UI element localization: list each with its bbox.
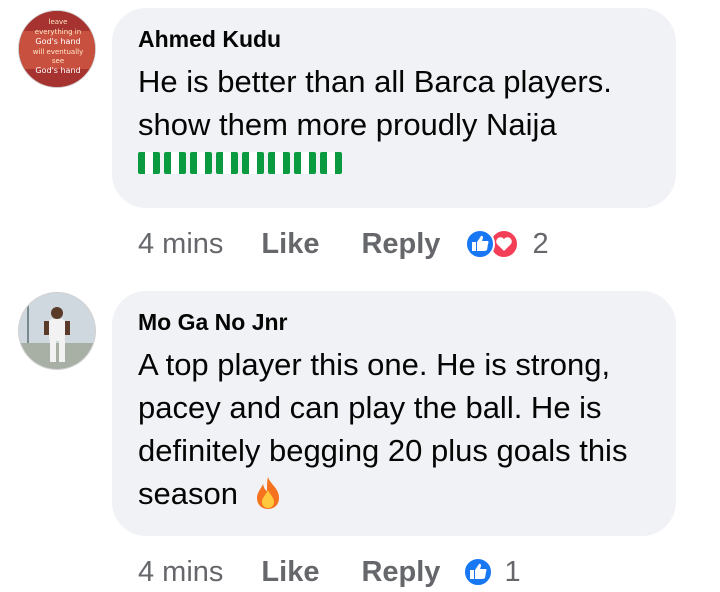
- avatar-caption-3: God's hand: [35, 37, 80, 46]
- comment-timestamp[interactable]: 4 mins: [138, 556, 223, 589]
- fire-icon: [256, 477, 279, 509]
- like-button[interactable]: Like: [261, 556, 319, 589]
- comment-text-line: definitely begging 20 plus goals this: [138, 433, 628, 468]
- comment-author[interactable]: Ahmed Kudu: [138, 24, 650, 54]
- reply-button[interactable]: Reply: [361, 228, 440, 261]
- nigeria-flag-icon: [164, 152, 186, 174]
- comment-text-word: season: [138, 476, 238, 511]
- avatar[interactable]: [18, 292, 96, 370]
- comment-actions: 4 mins Like Reply 1: [138, 552, 521, 592]
- reaction-count: 2: [532, 227, 549, 260]
- avatar-caption-2: everything in: [35, 28, 81, 36]
- avatar[interactable]: leave everything in God's hand will even…: [18, 10, 96, 88]
- comment-text-line: show them more proudly Naija: [138, 107, 557, 142]
- comment-actions: 4 mins Like Reply 2: [138, 224, 549, 264]
- nigeria-flag-icon: [320, 152, 342, 174]
- comment-text-line-last: season: [138, 472, 650, 515]
- reply-button[interactable]: Reply: [361, 556, 440, 589]
- comment-bubble: Ahmed Kudu He is better than all Barca p…: [112, 8, 676, 208]
- comment-author[interactable]: Mo Ga No Jnr: [138, 307, 650, 337]
- avatar-image: leave everything in God's hand will even…: [19, 11, 95, 87]
- reactions-summary[interactable]: 2: [462, 227, 549, 261]
- comment-text-line: A top player this one. He is strong,: [138, 347, 611, 382]
- comment-timestamp[interactable]: 4 mins: [138, 228, 223, 261]
- comment-bubble: Mo Ga No Jnr A top player this one. He i…: [112, 291, 676, 536]
- nigeria-flag-icon: [242, 152, 264, 174]
- avatar-caption-4: will eventually: [33, 48, 83, 56]
- nigeria-flag-icon: [138, 152, 160, 174]
- comment-text-line: pacey and can play the ball. He is: [138, 390, 602, 425]
- nigeria-flag-icon: [268, 152, 290, 174]
- like-icon: [463, 557, 494, 587]
- like-button[interactable]: Like: [261, 228, 319, 261]
- avatar-caption-6: God's hand: [35, 66, 80, 75]
- reaction-count: 1: [504, 555, 521, 588]
- comment-text-line: He is better than all Barca players.: [138, 64, 612, 99]
- avatar-image: [19, 293, 95, 369]
- nigeria-flag-emoji-row: [138, 152, 342, 174]
- reaction-icons: [465, 229, 520, 259]
- reactions-summary[interactable]: 1: [462, 555, 521, 589]
- nigeria-flag-icon: [294, 152, 316, 174]
- avatar-caption-1: leave: [49, 18, 68, 26]
- like-icon: [465, 229, 496, 259]
- nigeria-flag-icon: [216, 152, 238, 174]
- nigeria-flag-icon: [190, 152, 212, 174]
- avatar-caption-5: see: [52, 57, 64, 65]
